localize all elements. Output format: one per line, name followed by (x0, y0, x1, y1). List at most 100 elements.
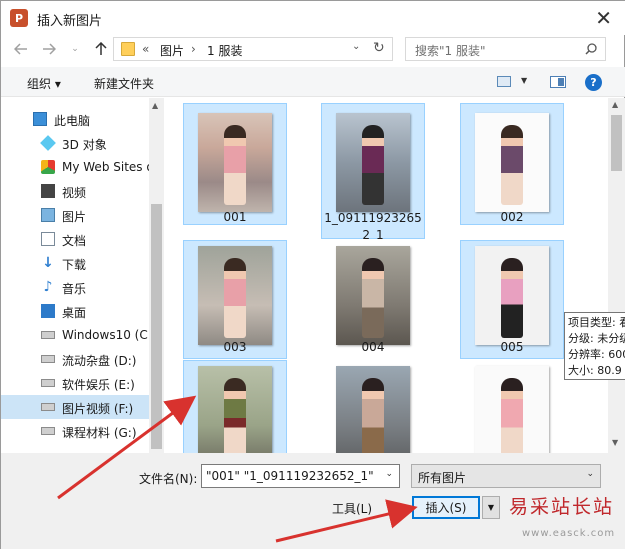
tooltip-line: 项目类型: 看 (568, 316, 625, 329)
file-list-scrollbar[interactable]: ▲ ▼ (608, 98, 625, 453)
nav-item-my-web-sites[interactable]: My Web Sites on (1, 155, 161, 179)
back-button[interactable] (11, 39, 31, 59)
up-button[interactable] (91, 39, 111, 59)
chevron-down-icon[interactable]: ⌄ (385, 469, 393, 479)
picture-icon (41, 208, 55, 222)
window-title: 插入新图片 (37, 14, 103, 29)
help-label: ? (590, 76, 597, 89)
preview-pane-icon[interactable] (550, 76, 566, 88)
image-thumbnail (336, 113, 410, 212)
scroll-down-icon[interactable]: ▼ (612, 438, 618, 447)
file-name: 1_091119232652_1 (324, 211, 422, 242)
image-thumbnail (336, 366, 410, 453)
address-bar[interactable]: « 图片 › 1 服装 ⌄ ↻ (113, 37, 393, 61)
nav-item-label: 图片 (62, 210, 87, 224)
nav-item-videos[interactable]: 视频 (1, 179, 149, 203)
nav-item-this-pc[interactable]: 此电脑 (1, 107, 149, 131)
nav-pane-scrollbar[interactable]: ▲ (149, 98, 164, 453)
document-icon (41, 232, 55, 246)
nav-item-drive-d[interactable]: 流动杂盘 (D:) (1, 347, 149, 371)
breadcrumb-overflow[interactable]: « (142, 42, 149, 56)
nav-item-pictures[interactable]: 图片 (1, 203, 149, 227)
search-icon (585, 43, 597, 55)
nav-item-label: 3D 对象 (62, 138, 107, 152)
help-icon[interactable]: ? (585, 74, 602, 91)
nav-item-drive-e[interactable]: 软件娱乐 (E:) (1, 371, 149, 395)
organize-button[interactable]: 组织 ▾ (27, 75, 61, 92)
arrow-up-icon (95, 42, 107, 55)
nav-item-label: 桌面 (62, 306, 87, 320)
nav-item-desktop[interactable]: 桌面 (1, 299, 149, 323)
file-tile[interactable]: 002 (460, 103, 564, 225)
scroll-up-icon[interactable]: ▲ (152, 101, 158, 110)
change-view-icon[interactable] (497, 76, 511, 87)
file-name: 002 (500, 210, 524, 224)
file-tile[interactable]: 003 (183, 240, 287, 359)
nav-item-label: 视频 (62, 186, 87, 200)
forward-button[interactable] (39, 39, 59, 59)
file-tile[interactable]: 1_091119232652_1 (321, 103, 425, 242)
scroll-up-icon[interactable]: ▲ (612, 100, 618, 109)
nav-item-label: 流动杂盘 (D:) (62, 354, 137, 368)
scrollbar-thumb[interactable] (611, 115, 622, 171)
filename-label: 文件名(N): (139, 472, 198, 486)
refresh-icon[interactable]: ↻ (373, 40, 385, 56)
image-thumbnail (475, 366, 549, 453)
image-thumbnail (198, 113, 272, 212)
nav-item-drive-f[interactable]: 图片视频 (F:) (1, 395, 149, 419)
image-thumbnail (475, 113, 549, 212)
nav-item-label: Windows10 (C: (62, 328, 152, 342)
arrow-right-icon (43, 43, 56, 55)
filename-value[interactable]: "001" "1_091119232652_1" "00 (206, 469, 378, 483)
file-tile[interactable] (183, 360, 287, 453)
filename-field[interactable]: "001" "1_091119232652_1" "00 ⌄ (201, 464, 400, 488)
breadcrumb-pictures[interactable]: 图片 (160, 42, 184, 59)
file-tile[interactable] (321, 360, 425, 453)
nav-item-music[interactable]: ♪ 音乐 (1, 275, 149, 299)
insert-picture-dialog: P 插入新图片 ✕ ⌄ « 图片 › 1 服装 ⌄ ↻ 搜索"1 服装" 组织 … (0, 0, 625, 549)
image-thumbnail (198, 246, 272, 345)
computer-icon (33, 112, 47, 126)
nav-item-3d-objects[interactable]: 3D 对象 (1, 131, 149, 155)
address-dropdown-icon[interactable]: ⌄ (352, 41, 360, 52)
insert-button[interactable]: 插入(S) (412, 496, 480, 519)
file-name: 005 (500, 340, 524, 354)
search-input[interactable]: 搜索"1 服装" (405, 37, 606, 61)
recent-locations-button[interactable]: ⌄ (65, 39, 85, 59)
nav-item-drive-g[interactable]: 课程材料 (G:) (1, 419, 149, 443)
new-folder-button[interactable]: 新建文件夹 (94, 75, 154, 92)
command-toolbar: 组织 ▾ 新建文件夹 ▼ ? (1, 67, 625, 97)
file-tile[interactable]: 004 (321, 240, 425, 359)
file-tile[interactable]: 005 (460, 240, 564, 359)
file-name: 003 (223, 340, 247, 354)
nav-item-label: 下载 (62, 258, 87, 272)
nav-item-documents[interactable]: 文档 (1, 227, 149, 251)
drive-icon (41, 355, 55, 363)
drive-icon (41, 403, 55, 411)
nav-item-label: 文档 (62, 234, 87, 248)
scrollbar-thumb[interactable] (151, 204, 162, 449)
tools-dropdown-icon[interactable]: ▼ (389, 502, 395, 511)
watermark-url: www.easck.com (522, 528, 616, 539)
filetype-select[interactable]: 所有图片 ⌄ (411, 464, 601, 488)
file-name: 004 (361, 340, 385, 354)
tools-button[interactable]: 工具(L) (332, 500, 372, 517)
title-bar: P 插入新图片 ✕ (1, 1, 625, 35)
breadcrumb-separator: › (191, 42, 196, 56)
file-tile[interactable] (460, 360, 564, 453)
navigation-pane: 此电脑 3D 对象 My Web Sites on 视频 图片 文档 ↓ 下载 … (1, 98, 164, 453)
view-dropdown-icon[interactable]: ▼ (521, 76, 527, 85)
web-sites-icon (41, 160, 55, 174)
close-icon[interactable]: ✕ (595, 6, 612, 30)
nav-item-label: 课程材料 (G:) (62, 426, 137, 440)
nav-item-downloads[interactable]: ↓ 下载 (1, 251, 149, 275)
powerpoint-app-icon: P (10, 9, 28, 27)
insert-dropdown-button[interactable]: ▼ (482, 496, 500, 519)
file-tile[interactable]: 001 (183, 103, 287, 225)
filetype-value: 所有图片 (418, 471, 467, 485)
breadcrumb-clothing[interactable]: 1 服装 (207, 42, 242, 59)
nav-item-drive-c[interactable]: Windows10 (C: (1, 323, 152, 347)
nav-item-label: 此电脑 (54, 114, 91, 128)
chevron-down-icon[interactable]: ⌄ (586, 469, 594, 479)
address-row: ⌄ « 图片 › 1 服装 ⌄ ↻ 搜索"1 服装" (1, 35, 625, 65)
